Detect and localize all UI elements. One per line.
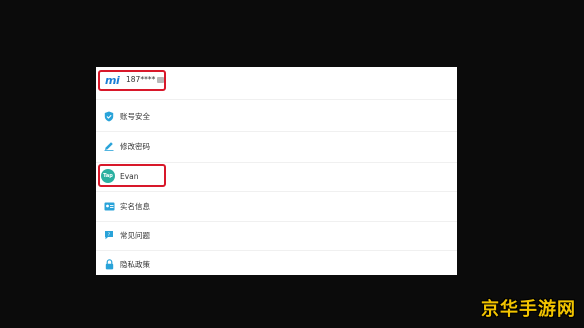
divider xyxy=(96,99,457,100)
menu-item-privacy-policy[interactable]: 隐私政策 xyxy=(96,250,457,278)
menu-item-account-security[interactable]: 账号安全 xyxy=(96,102,457,130)
menu-item-real-name-info[interactable]: 实名信息 xyxy=(96,192,457,220)
faq-chat-icon: ? xyxy=(103,229,115,241)
menu-item-label: 隐私政策 xyxy=(120,259,150,269)
menu-item-label: 实名信息 xyxy=(120,201,150,211)
menu-item-label: 账号安全 xyxy=(120,111,150,121)
id-card-icon xyxy=(103,200,115,212)
watermark-logo: 京华手游网 xyxy=(481,299,576,320)
menu-item-change-password[interactable]: 修改密码 xyxy=(96,132,457,160)
menu-item-label: 常见问题 xyxy=(120,230,150,240)
menu-item-label: 修改密码 xyxy=(120,141,150,151)
menu-item-faq[interactable]: ? 常见问题 xyxy=(96,221,457,249)
shield-check-icon xyxy=(103,110,115,122)
lock-icon xyxy=(103,258,115,270)
highlight-account-header xyxy=(98,70,166,91)
pencil-icon xyxy=(103,140,115,152)
highlight-profile xyxy=(98,164,166,187)
